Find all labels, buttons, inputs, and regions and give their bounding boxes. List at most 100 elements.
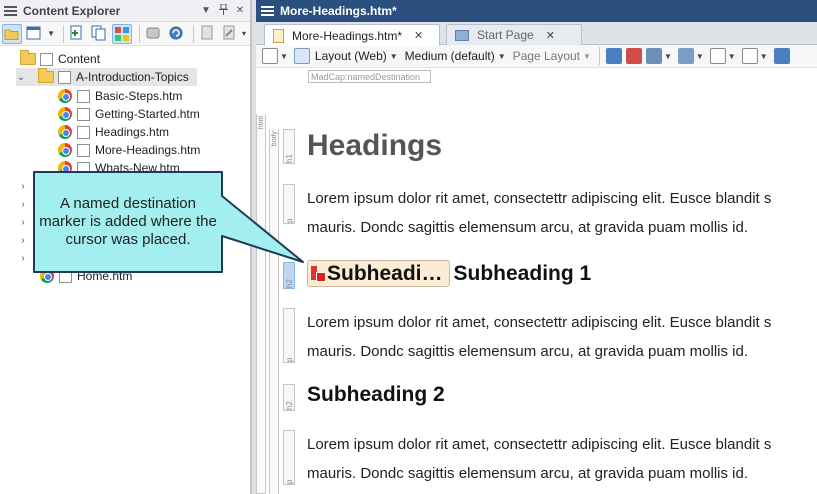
- tree-item-file[interactable]: Whats-New.htm: [58, 159, 180, 177]
- close-tab-icon[interactable]: ✕: [546, 29, 555, 42]
- checkbox[interactable]: [77, 107, 90, 121]
- structure-tag-h2[interactable]: h2: [283, 384, 295, 411]
- toolbar-divider: [192, 24, 194, 43]
- paragraph-line: Lorem ipsum dolor rit amet, consectettr …: [307, 436, 772, 453]
- view-dropdown-icon[interactable]: ▼: [47, 29, 55, 38]
- font-icon[interactable]: [741, 48, 758, 64]
- zoom-dropdown-icon[interactable]: ▼: [280, 52, 288, 61]
- image-dropdown-icon[interactable]: ▼: [664, 52, 672, 61]
- structure-tag-p[interactable]: p: [283, 184, 295, 224]
- tree-item-label: Basic-Steps.htm: [95, 89, 183, 103]
- content-explorer-title: Content Explorer: [23, 3, 121, 18]
- paragraph-line: mauris. Dondc sagittis elemensum arcu, a…: [307, 343, 749, 360]
- copy-button[interactable]: [90, 24, 109, 44]
- subheading-2: Subheading 2: [307, 383, 445, 406]
- chevron-right-icon[interactable]: ›: [18, 253, 28, 264]
- heading-1: Headings: [307, 129, 443, 162]
- text-icon[interactable]: [709, 48, 726, 64]
- tree-item-label: More-Headings.htm: [95, 143, 201, 157]
- pin-icon[interactable]: [216, 3, 230, 18]
- editor-panel: More-Headings.htm* More-Headings.htm* ✕ …: [256, 0, 817, 494]
- tree-item-content[interactable]: Content: [20, 50, 100, 68]
- content-explorer-title-bar: Content Explorer ▼ ✕: [0, 0, 250, 22]
- tree-item-file[interactable]: Home.htm: [40, 267, 132, 285]
- properties-button[interactable]: [198, 24, 217, 44]
- grid-view-button[interactable]: [112, 23, 133, 44]
- tab-label: Start Page: [477, 28, 534, 42]
- refresh-icon[interactable]: [167, 24, 186, 44]
- checkbox[interactable]: [77, 89, 90, 103]
- insert-link-icon[interactable]: [605, 48, 622, 64]
- page-layout-dropdown-icon[interactable]: ▼: [583, 52, 591, 61]
- structure-tag-p[interactable]: p: [283, 308, 295, 363]
- text-dropdown-icon[interactable]: ▼: [728, 52, 736, 61]
- page-layout-select[interactable]: Page Layout: [513, 49, 580, 63]
- chevron-right-icon[interactable]: ›: [18, 199, 28, 210]
- new-file-button[interactable]: [68, 24, 87, 44]
- layout-icon: [293, 48, 310, 64]
- structure-html-bar[interactable]: html: [256, 114, 266, 494]
- preview-icon[interactable]: [773, 48, 790, 64]
- tree-chevron[interactable]: ›: [18, 195, 28, 213]
- document-canvas[interactable]: MadCap:namedDestination html body h1 p h…: [256, 69, 817, 494]
- view-button[interactable]: [25, 24, 44, 44]
- chevron-down-icon[interactable]: ⌄: [16, 72, 26, 83]
- document-icon: [273, 28, 284, 43]
- tree-item-folder[interactable]: ⌄ A-Introduction-Topics: [16, 68, 197, 86]
- layout-dropdown-icon[interactable]: ▼: [390, 52, 398, 61]
- paragraph-line: Lorem ipsum dolor rit amet, consectettr …: [307, 314, 772, 331]
- checkbox[interactable]: [77, 143, 90, 157]
- image-icon[interactable]: [645, 48, 662, 64]
- remove-link-icon[interactable]: [625, 48, 642, 64]
- structure-tag-h2[interactable]: h2: [283, 262, 295, 289]
- structure-tag-p[interactable]: p: [283, 430, 295, 485]
- chevron-right-icon[interactable]: ›: [18, 235, 28, 246]
- checkbox[interactable]: [59, 269, 72, 283]
- tree-item-label: Whats-New.htm: [95, 161, 180, 175]
- tree-item-label: Home.htm: [77, 269, 133, 283]
- more-options-icon[interactable]: ▾: [242, 29, 246, 38]
- tree-chevron[interactable]: ›: [18, 213, 28, 231]
- tree-chevron[interactable]: ›: [18, 177, 28, 195]
- bookmark-icon: [311, 266, 326, 282]
- link-button[interactable]: [144, 24, 163, 44]
- editor-toolbar: ▼ Layout (Web) ▼ Medium (default) ▼ Page…: [256, 45, 817, 68]
- editor-title: More-Headings.htm*: [280, 4, 397, 18]
- checkbox[interactable]: [77, 161, 90, 175]
- named-destination-label: MadCap:namedDestination: [308, 70, 431, 83]
- checkbox[interactable]: [58, 70, 71, 84]
- open-folder-button[interactable]: [2, 23, 22, 44]
- tree-item-file[interactable]: Headings.htm: [58, 123, 169, 141]
- checkbox[interactable]: [40, 52, 53, 66]
- tree-item-label: Content: [58, 52, 101, 66]
- close-panel-icon[interactable]: ✕: [233, 5, 247, 16]
- tree-chevron[interactable]: ›: [18, 249, 28, 267]
- named-destination-marker[interactable]: Subheadi…: [307, 260, 450, 287]
- structure-tag-h1[interactable]: h1: [283, 129, 295, 164]
- tree-chevron[interactable]: ›: [18, 231, 28, 249]
- panel-dropdown-icon[interactable]: ▼: [199, 5, 213, 16]
- close-tab-icon[interactable]: ✕: [414, 29, 423, 42]
- tree-item-file[interactable]: Basic-Steps.htm: [58, 87, 182, 105]
- subheading-1: Subheadi… Subheading 1: [307, 260, 591, 287]
- layout-select[interactable]: Layout (Web): [315, 49, 387, 63]
- medium-select[interactable]: Medium (default): [405, 49, 495, 63]
- medium-dropdown-icon[interactable]: ▼: [498, 52, 506, 61]
- font-dropdown-icon[interactable]: ▼: [760, 52, 768, 61]
- structure-body-bar[interactable]: body: [269, 129, 279, 494]
- menu-icon[interactable]: [4, 5, 17, 16]
- table-dropdown-icon[interactable]: ▼: [696, 52, 704, 61]
- chevron-right-icon[interactable]: ›: [18, 181, 28, 192]
- checkbox[interactable]: [77, 125, 90, 139]
- edit-button[interactable]: [220, 24, 239, 44]
- chevron-right-icon[interactable]: ›: [18, 217, 28, 228]
- marker-label: Subheadi…: [327, 261, 443, 285]
- tree-item-file[interactable]: More-Headings.htm: [58, 141, 200, 159]
- zoom-icon[interactable]: [262, 48, 278, 64]
- tab-start-page[interactable]: Start Page ✕: [446, 24, 582, 45]
- menu-icon[interactable]: [261, 6, 274, 16]
- chrome-icon: [58, 125, 72, 139]
- table-icon[interactable]: [677, 48, 694, 64]
- tab-more-headings[interactable]: More-Headings.htm* ✕: [264, 24, 440, 46]
- tree-item-file[interactable]: Getting-Started.htm: [58, 105, 200, 123]
